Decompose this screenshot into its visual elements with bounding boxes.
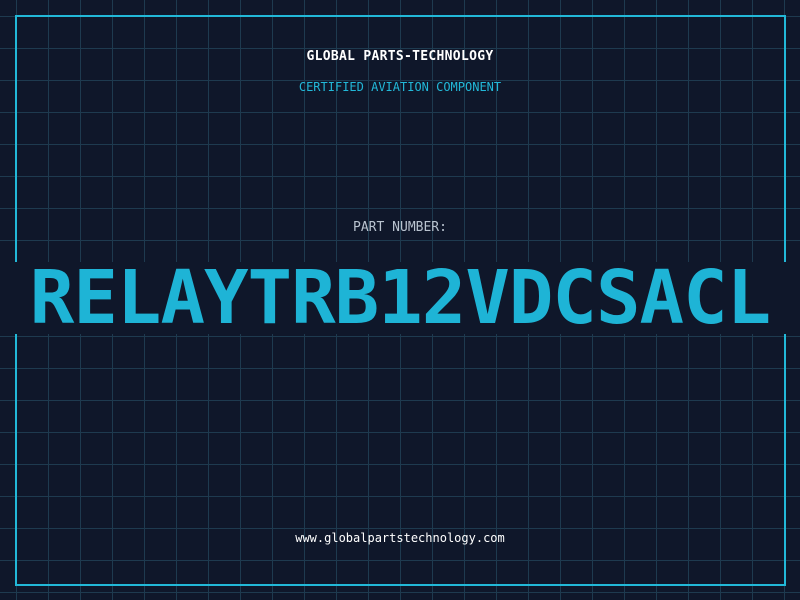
part-number-value: RELAYTRB12VDCSACL [29, 255, 771, 341]
part-number-label: PART NUMBER: [353, 220, 447, 235]
part-label-card: GLOBAL PARTS-TECHNOLOGY CERTIFIED AVIATI… [0, 0, 800, 600]
company-name: GLOBAL PARTS-TECHNOLOGY [306, 49, 494, 64]
website-url: www.globalpartstechnology.com [295, 531, 505, 545]
certification-tagline: CERTIFIED AVIATION COMPONENT [298, 80, 502, 94]
